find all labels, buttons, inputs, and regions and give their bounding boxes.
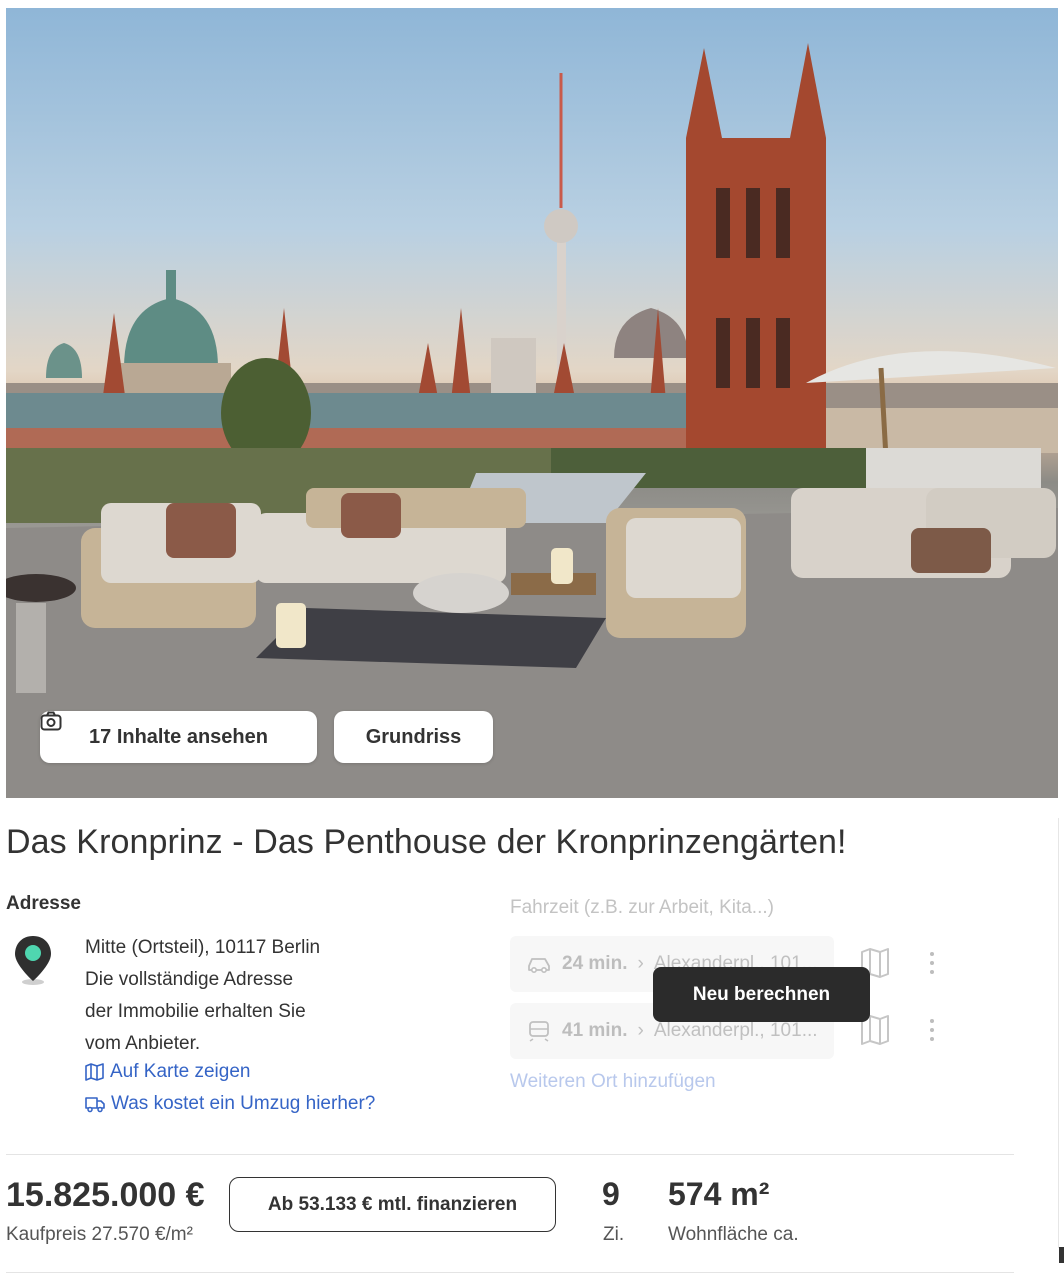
- address-line: vom Anbieter.: [85, 1033, 201, 1054]
- camera-icon: [40, 711, 62, 731]
- route-minutes: 41 min.: [562, 1020, 628, 1041]
- view-gallery-button[interactable]: 17 Inhalte ansehen: [40, 711, 317, 763]
- route-minutes: 24 min.: [562, 953, 628, 974]
- rooms-label: Zi.: [603, 1224, 625, 1245]
- address-line: Mitte (Ortsteil), 10117 Berlin: [85, 937, 321, 958]
- divider: [6, 1154, 1014, 1155]
- moving-cost-link[interactable]: Was kostet ein Umzug hierher?: [85, 1093, 375, 1115]
- moving-cost-label: Was kostet ein Umzug hierher?: [111, 1093, 376, 1114]
- sidebar-edge-marker: [1059, 1247, 1064, 1263]
- more-options-icon[interactable]: [924, 1019, 940, 1041]
- rooms-value: 9: [602, 1176, 620, 1212]
- area-value: 574 m²: [668, 1176, 770, 1212]
- chevron-right-icon: ›: [637, 1020, 644, 1041]
- view-gallery-label: 17 Inhalte ansehen: [89, 725, 268, 748]
- floorplan-button[interactable]: Grundriss: [334, 711, 493, 763]
- price-value: 15.825.000 €: [6, 1176, 205, 1214]
- car-icon: [528, 958, 550, 974]
- listing-title: Das Kronprinz - Das Penthouse der Kronpr…: [6, 823, 847, 861]
- finance-button[interactable]: Ab 53.133 € mtl. finanzieren: [229, 1177, 556, 1232]
- sidebar-edge: [1058, 818, 1059, 1248]
- hero-image[interactable]: 17 Inhalte ansehen Grundriss: [6, 8, 1058, 798]
- address-line: der Immobilie erhalten Sie: [85, 1001, 306, 1022]
- recalculate-tooltip-button[interactable]: Neu berechnen: [653, 967, 870, 1022]
- map-icon: [85, 1063, 104, 1081]
- moving-truck-icon: [85, 1097, 105, 1113]
- more-options-icon[interactable]: [924, 952, 940, 974]
- address-text: Mitte (Ortsteil), 10117 Berlin Die volls…: [85, 932, 320, 1060]
- area-label: Wohnfläche ca.: [668, 1224, 799, 1245]
- address-line: Die vollständige Adresse: [85, 969, 294, 990]
- rooftop-terrace-photo: [6, 43, 1058, 798]
- train-icon: [529, 1021, 549, 1042]
- chevron-right-icon: ›: [637, 953, 644, 974]
- divider: [6, 1272, 1014, 1273]
- show-on-map-link[interactable]: Auf Karte zeigen: [85, 1061, 250, 1083]
- show-on-map-label: Auf Karte zeigen: [110, 1061, 251, 1082]
- route-destination: Alexanderpl., 101...: [653, 1020, 818, 1041]
- add-place-link[interactable]: Weiteren Ort hinzufügen: [510, 1071, 716, 1093]
- address-heading: Adresse: [6, 893, 81, 914]
- location-pin-icon: [15, 936, 51, 985]
- price-per-sqm: Kaufpreis 27.570 €/m²: [6, 1224, 193, 1245]
- travel-time-label: Fahrzeit (z.B. zur Arbeit, Kita...): [510, 897, 774, 918]
- floorplan-label: Grundriss: [365, 725, 462, 748]
